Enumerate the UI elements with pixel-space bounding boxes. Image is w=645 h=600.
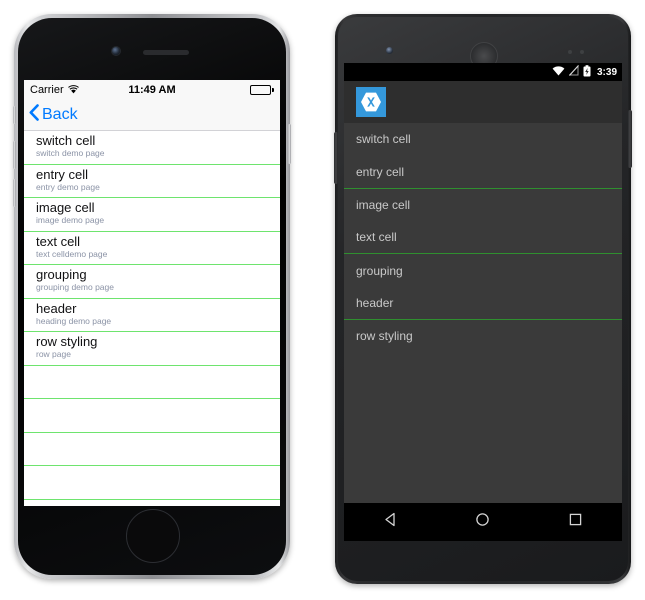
ios-list-view[interactable]: switch cell switch demo page entry cell … xyxy=(24,131,280,506)
list-item-empty xyxy=(24,399,280,433)
power-button-icon[interactable] xyxy=(288,124,291,164)
earpiece-speaker-icon xyxy=(143,50,189,55)
nav-home-icon[interactable] xyxy=(474,511,491,533)
ios-navigation-bar: Back xyxy=(24,100,280,131)
list-item[interactable]: text cell text celldemo page xyxy=(24,232,280,265)
nav-recents-icon[interactable] xyxy=(567,511,584,533)
list-item-title: entry cell xyxy=(36,166,89,182)
list-item[interactable]: image cell image demo page xyxy=(24,198,280,232)
list-item-detail: image demo page xyxy=(36,215,105,225)
list-item-detail: heading demo page xyxy=(36,315,112,326)
back-button[interactable]: Back xyxy=(29,104,78,126)
power-button-icon[interactable] xyxy=(628,110,632,168)
list-item[interactable]: entry cell entry demo page xyxy=(24,165,280,198)
list-item-title: text cell xyxy=(36,233,81,249)
list-item-title: header xyxy=(36,300,77,316)
list-item-empty xyxy=(24,466,280,500)
home-button-icon[interactable] xyxy=(126,509,180,563)
android-device: 3:39 switch cell entry cell image cell t… xyxy=(334,14,632,584)
clock-label: 11:49 AM xyxy=(128,84,176,96)
list-item-title: switch cell xyxy=(36,133,96,148)
android-list-view[interactable]: switch cell entry cell image cell text c… xyxy=(344,123,622,503)
list-item-title: image cell xyxy=(36,200,95,215)
list-item-detail: switch demo page xyxy=(36,148,105,158)
list-item-label: row styling xyxy=(356,329,413,344)
android-navigation-bar xyxy=(344,503,622,541)
list-item[interactable]: entry cell xyxy=(344,156,622,189)
list-item-detail: entry demo page xyxy=(36,181,100,192)
list-item[interactable]: switch cell xyxy=(344,123,622,156)
list-item-label: switch cell xyxy=(356,132,411,147)
iphone-screen: Carrier 11:49 AM Back switch cell switch… xyxy=(24,80,280,506)
list-item-detail: text celldemo page xyxy=(36,248,108,259)
ios-status-bar: Carrier 11:49 AM xyxy=(24,80,280,100)
list-item[interactable]: header heading demo page xyxy=(24,299,280,332)
list-item-empty xyxy=(24,433,280,466)
list-item[interactable]: header xyxy=(344,287,622,320)
device-comparison-stage: Carrier 11:49 AM Back switch cell switch… xyxy=(0,0,645,600)
wifi-icon xyxy=(552,65,565,79)
android-action-bar xyxy=(344,81,622,123)
list-item[interactable]: text cell xyxy=(344,221,622,255)
list-item-detail: grouping demo page xyxy=(36,282,114,292)
volume-button-icon[interactable] xyxy=(334,132,338,184)
volume-up-button-icon[interactable] xyxy=(13,141,16,169)
list-item-title: grouping xyxy=(36,267,87,282)
list-item[interactable]: row styling xyxy=(344,320,622,353)
list-item[interactable]: switch cell switch demo page xyxy=(24,131,280,165)
list-item[interactable]: row styling row page xyxy=(24,332,280,366)
android-bezel: 3:39 switch cell entry cell image cell t… xyxy=(338,17,628,581)
list-item-title: row styling xyxy=(36,334,98,349)
battery-charging-icon xyxy=(583,64,591,80)
front-camera-icon xyxy=(386,47,393,54)
list-item-label: grouping xyxy=(356,263,403,278)
android-screen: 3:39 switch cell entry cell image cell t… xyxy=(344,63,622,541)
proximity-sensor-icon xyxy=(580,50,584,54)
back-button-label: Back xyxy=(42,106,78,123)
android-status-bar: 3:39 xyxy=(344,63,622,81)
clock-label: 3:39 xyxy=(596,66,617,78)
list-item-label: image cell xyxy=(356,197,411,212)
list-item[interactable]: grouping grouping demo page xyxy=(24,265,280,299)
nav-back-icon[interactable] xyxy=(382,511,399,533)
list-item[interactable]: image cell xyxy=(344,189,622,222)
list-item[interactable]: grouping xyxy=(344,254,622,287)
chevron-left-icon xyxy=(29,104,42,126)
front-camera-icon xyxy=(112,47,120,55)
list-item-label: entry cell xyxy=(356,164,405,179)
xamarin-logo-icon[interactable] xyxy=(356,87,386,117)
list-item-empty xyxy=(24,366,280,399)
signal-no-sim-icon xyxy=(568,64,579,79)
iphone-bezel: Carrier 11:49 AM Back switch cell switch… xyxy=(18,18,286,575)
list-item-label: header xyxy=(356,295,394,310)
proximity-sensor-icon xyxy=(568,50,572,54)
volume-down-button-icon[interactable] xyxy=(13,179,16,207)
list-item-detail: row page xyxy=(36,349,71,359)
list-item-label: text cell xyxy=(356,230,397,245)
iphone-device: Carrier 11:49 AM Back switch cell switch… xyxy=(13,14,291,579)
silent-switch-icon[interactable] xyxy=(13,106,16,124)
